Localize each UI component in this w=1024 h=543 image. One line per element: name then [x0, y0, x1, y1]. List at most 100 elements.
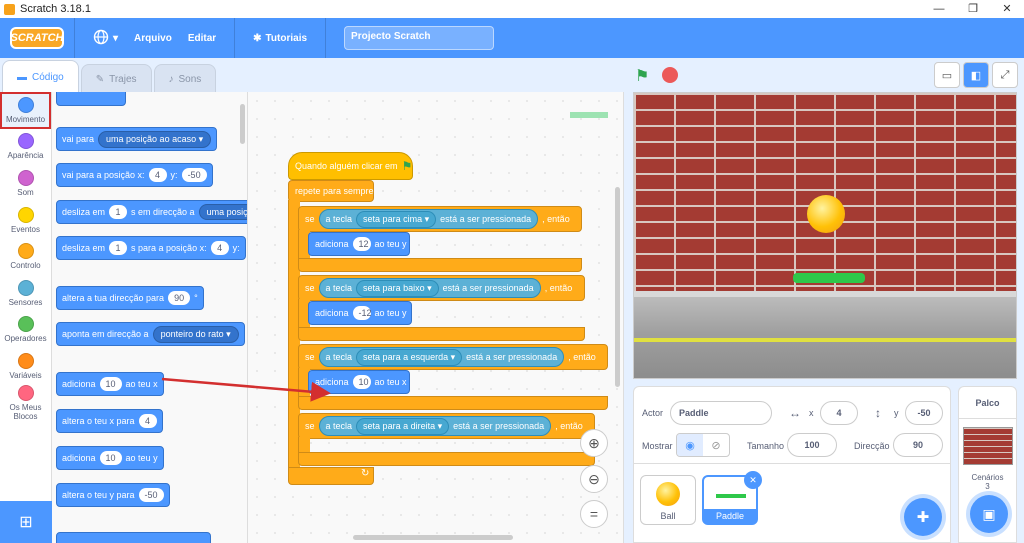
sprite-name-input[interactable]: Paddle: [670, 401, 772, 425]
script-horizontal-scrollbar[interactable]: [353, 535, 513, 540]
zoom-in-button[interactable]: ⊕: [580, 429, 608, 457]
point-dropdown[interactable]: ponteiro do rato ▾: [152, 325, 239, 343]
add-extension-button[interactable]: ⊞: [0, 501, 52, 543]
hide-sprite-button[interactable]: ⊘: [703, 434, 729, 456]
language-menu[interactable]: ▾: [93, 29, 118, 48]
change-y-input[interactable]: 10: [99, 451, 122, 465]
palette-block-set-y[interactable]: altera o teu y para -50: [56, 483, 170, 507]
project-title-input[interactable]: Projecto Scratch: [344, 26, 495, 50]
tab-code[interactable]: ▬ Código: [2, 60, 79, 94]
category-sound[interactable]: Som: [0, 165, 51, 202]
x-input[interactable]: 4: [148, 168, 167, 182]
show-sprite-button[interactable]: ◉: [677, 434, 703, 456]
sprite-direction-input[interactable]: 90: [893, 433, 943, 457]
category-looks[interactable]: Aparência: [0, 129, 51, 166]
palette-block-glide-xy[interactable]: desliza em 1 s para a posição x: 4 y:: [56, 236, 246, 260]
if-block-left[interactable]: se a tecla seta para a esquerda ▾ está a…: [298, 344, 608, 370]
stage-target-pane[interactable]: Palco Cenários 3 ▣: [958, 386, 1017, 543]
category-dot-icon: [17, 385, 34, 402]
scratch-logo[interactable]: SCRATCH: [10, 27, 64, 49]
tutorials-menu[interactable]: ✱ Tutoriais: [253, 33, 307, 44]
stage-thumbnail[interactable]: [962, 427, 1013, 465]
add-sprite-button[interactable]: ✚: [904, 498, 942, 536]
palette-block-glide-to[interactable]: desliza em 1 s em direcção a uma posição: [56, 200, 247, 224]
if-block-up[interactable]: se a tecla seta para cima ▾ está a ser p…: [298, 206, 582, 232]
normal-stage-button[interactable]: ◧: [963, 62, 989, 88]
glide-dropdown[interactable]: uma posição: [198, 204, 247, 220]
palette-block-point-direction[interactable]: altera a tua direcção para 90 °: [56, 286, 204, 310]
change-y-block-down[interactable]: adiciona -12 ao teu y: [308, 301, 412, 325]
change-x-input[interactable]: 10: [352, 375, 371, 389]
category-variables[interactable]: Variáveis: [0, 348, 51, 385]
change-x-input[interactable]: 10: [99, 377, 122, 391]
category-my-blocks[interactable]: Os Meus Blocos: [0, 385, 51, 422]
sprite-tile-ball[interactable]: Ball: [640, 475, 696, 525]
road-yellow-line: [634, 338, 1016, 342]
sprite-y-input[interactable]: -50: [905, 401, 943, 425]
block-text: , então: [555, 421, 583, 431]
palette-block-change-x[interactable]: adiciona 10 ao teu x: [56, 372, 164, 396]
minimize-button[interactable]: —: [922, 0, 956, 18]
green-flag-button[interactable]: ⚑: [635, 66, 649, 86]
set-y-input[interactable]: -50: [138, 488, 164, 502]
paddle-sprite[interactable]: [793, 273, 865, 283]
palette-block-goto-xy[interactable]: vai para a posição x: 4 y: -50: [56, 163, 213, 187]
palette-scrollbar[interactable]: [240, 104, 245, 144]
direction-label: Direcção: [854, 441, 890, 451]
palette-block-point-towards[interactable]: aponta em direcção a ponteiro do rato ▾: [56, 322, 245, 346]
script-vertical-scrollbar[interactable]: [615, 187, 620, 387]
zoom-reset-button[interactable]: =: [580, 500, 608, 528]
key-pressed-down[interactable]: a tecla seta para baixo ▾ está a ser pre…: [318, 278, 541, 298]
category-operators[interactable]: Operadores: [0, 312, 51, 349]
key-pressed-up[interactable]: a tecla seta para cima ▾ está a ser pres…: [318, 209, 539, 229]
maximize-button[interactable]: ❐: [956, 0, 990, 18]
change-y-block-up[interactable]: adiciona 12 ao teu y: [308, 232, 410, 256]
when-flag-clicked-block[interactable]: Quando alguém clicar em ⚑: [288, 152, 413, 180]
change-y-input[interactable]: 12: [352, 237, 371, 251]
file-menu[interactable]: Arquivo: [134, 33, 172, 44]
sprite-size-input[interactable]: 100: [787, 433, 837, 457]
block-text: se: [305, 283, 315, 293]
x-input[interactable]: 4: [210, 241, 229, 255]
key-pressed-left[interactable]: a tecla seta para a esquerda ▾ está a se…: [318, 347, 565, 367]
palette-block-partial[interactable]: [56, 92, 126, 106]
tab-costumes[interactable]: ✎ Trajes: [80, 64, 152, 94]
small-stage-button[interactable]: ▭: [934, 62, 960, 88]
delete-sprite-button[interactable]: ✕: [744, 471, 762, 489]
direction-input[interactable]: 90: [168, 291, 191, 305]
palette-block-goto[interactable]: vai para uma posição ao acaso ▾: [56, 127, 218, 151]
close-button[interactable]: ✕: [990, 0, 1024, 18]
sprite-tile-paddle[interactable]: Paddle ✕: [702, 471, 762, 525]
script-area[interactable]: Quando alguém clicar em ⚑ repete para se…: [248, 92, 624, 543]
tab-sounds[interactable]: ♪ Sons: [153, 64, 217, 94]
block-text: Quando alguém clicar em: [295, 161, 398, 171]
zoom-out-button[interactable]: ⊖: [580, 465, 608, 493]
palette-block-partial[interactable]: [56, 532, 211, 543]
set-x-input[interactable]: 4: [138, 414, 157, 428]
change-y-input[interactable]: -12: [352, 306, 372, 320]
sprite-x-input[interactable]: 4: [820, 401, 858, 425]
forever-block[interactable]: repete para sempre: [288, 180, 374, 202]
category-label: Os Meus Blocos: [9, 403, 42, 422]
palette-block-set-x[interactable]: altera o teu x para 4: [56, 409, 163, 433]
category-events[interactable]: Eventos: [0, 202, 51, 239]
if-block-down[interactable]: se a tecla seta para baixo ▾ está a ser …: [298, 275, 585, 301]
category-sensing[interactable]: Sensores: [0, 275, 51, 312]
edit-menu[interactable]: Editar: [188, 33, 216, 44]
add-backdrop-button[interactable]: ▣: [970, 495, 1008, 533]
category-control[interactable]: Controlo: [0, 238, 51, 275]
secs-input[interactable]: 1: [109, 205, 128, 219]
key-pressed-right[interactable]: a tecla seta para a direita ▾ está a ser…: [318, 416, 552, 436]
change-x-block-left[interactable]: adiciona 10 ao teu x: [308, 370, 410, 394]
if-block-right[interactable]: se a tecla seta para a direita ▾ está a …: [298, 413, 595, 439]
fullscreen-button[interactable]: ⤢: [992, 62, 1018, 88]
y-input[interactable]: -50: [181, 168, 207, 182]
stop-button[interactable]: [662, 67, 678, 83]
stage-canvas[interactable]: [633, 92, 1017, 379]
secs-input[interactable]: 1: [109, 241, 128, 255]
category-motion[interactable]: Movimento: [0, 92, 51, 129]
paddle-thumbnail: [716, 494, 746, 498]
goto-dropdown[interactable]: uma posição ao acaso ▾: [98, 130, 212, 148]
palette-block-change-y[interactable]: adiciona 10 ao teu y: [56, 446, 164, 470]
ball-sprite[interactable]: [807, 195, 845, 233]
